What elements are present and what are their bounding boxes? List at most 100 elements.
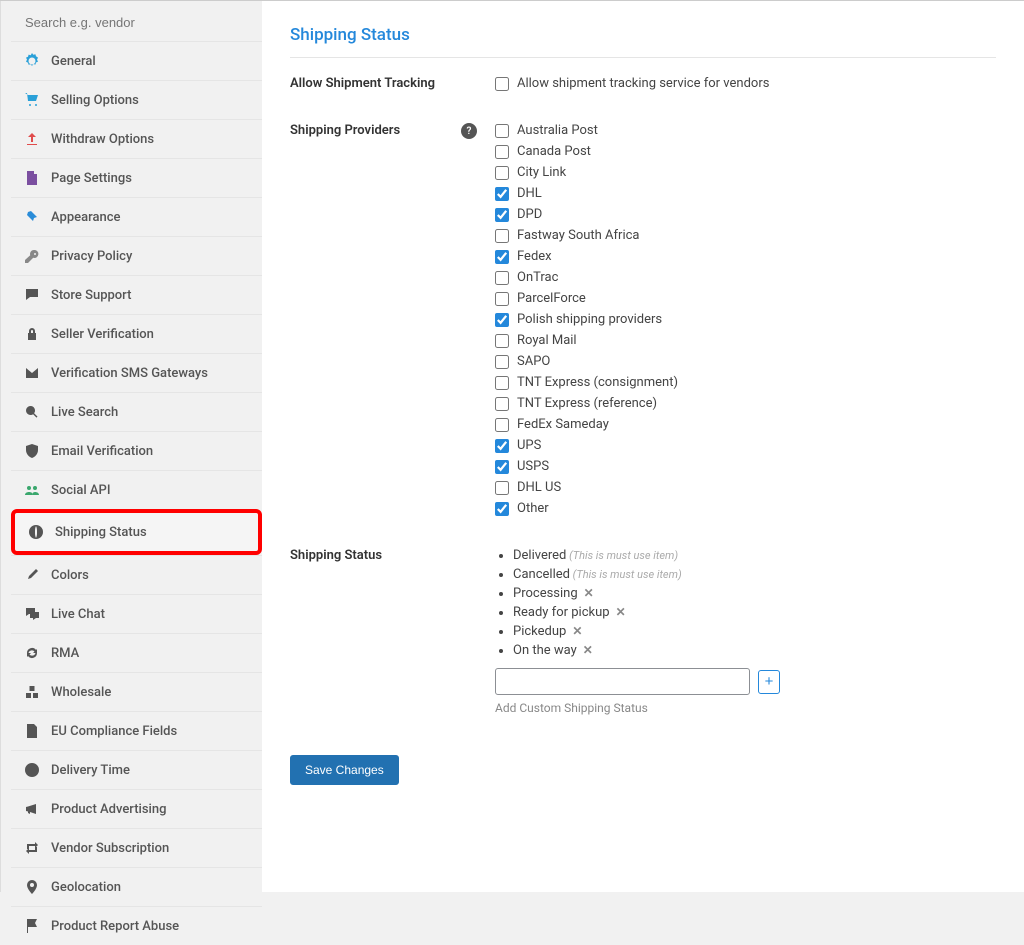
tracking-checkbox-row[interactable]: Allow shipment tracking service for vend…: [495, 76, 996, 91]
sidebar-search-input[interactable]: [25, 15, 248, 30]
status-item: Delivered (This is must use item): [513, 548, 996, 563]
sidebar-item-rma[interactable]: RMA: [11, 633, 262, 672]
provider-checkbox[interactable]: [495, 250, 509, 264]
provider-row[interactable]: Fastway South Africa: [495, 228, 996, 243]
sidebar-item-label: Live Search: [51, 405, 118, 420]
sidebar-item-label: Email Verification: [51, 444, 153, 459]
mail-icon: [23, 364, 41, 382]
provider-checkbox[interactable]: [495, 166, 509, 180]
provider-row[interactable]: SAPO: [495, 354, 996, 369]
sidebar-item-privacy-policy[interactable]: Privacy Policy: [11, 236, 262, 275]
save-button[interactable]: Save Changes: [290, 755, 399, 785]
provider-checkbox[interactable]: [495, 292, 509, 306]
sidebar-item-social-api[interactable]: Social API: [11, 470, 262, 509]
sidebar-item-verification-sms-gateways[interactable]: Verification SMS Gateways: [11, 353, 262, 392]
provider-checkbox[interactable]: [495, 229, 509, 243]
provider-label: TNT Express (consignment): [517, 375, 678, 390]
provider-row[interactable]: TNT Express (consignment): [495, 375, 996, 390]
sidebar-item-label: Store Support: [51, 288, 131, 303]
provider-checkbox[interactable]: [495, 124, 509, 138]
provider-row[interactable]: TNT Express (reference): [495, 396, 996, 411]
provider-row[interactable]: USPS: [495, 459, 996, 474]
provider-checkbox[interactable]: [495, 397, 509, 411]
sidebar-item-wholesale[interactable]: Wholesale: [11, 672, 262, 711]
remove-status-icon[interactable]: ✕: [584, 586, 594, 600]
sidebar-item-label: Delivery Time: [51, 763, 130, 778]
provider-row[interactable]: ParcelForce: [495, 291, 996, 306]
provider-label: Fedex: [517, 249, 552, 264]
sidebar-item-general[interactable]: General: [11, 41, 262, 80]
provider-checkbox[interactable]: [495, 418, 509, 432]
provider-label: Australia Post: [517, 123, 598, 138]
sidebar-item-live-chat[interactable]: Live Chat: [11, 594, 262, 633]
provider-checkbox[interactable]: [495, 355, 509, 369]
provider-row[interactable]: DHL US: [495, 480, 996, 495]
provider-row[interactable]: OnTrac: [495, 270, 996, 285]
sidebar-item-shipping-status[interactable]: Shipping Status: [11, 509, 262, 555]
sidebar-item-selling-options[interactable]: Selling Options: [11, 80, 262, 119]
tracking-label: Allow Shipment Tracking: [290, 76, 495, 97]
shield-icon: [23, 442, 41, 460]
help-icon[interactable]: ?: [461, 123, 477, 139]
provider-row[interactable]: Polish shipping providers: [495, 312, 996, 327]
provider-label: Other: [517, 501, 549, 516]
provider-checkbox[interactable]: [495, 502, 509, 516]
provider-checkbox[interactable]: [495, 334, 509, 348]
sidebar-item-label: Colors: [51, 568, 89, 583]
refresh-icon: [23, 644, 41, 662]
provider-row[interactable]: Fedex: [495, 249, 996, 264]
remove-status-icon[interactable]: ✕: [583, 643, 593, 657]
provider-checkbox[interactable]: [495, 313, 509, 327]
remove-status-icon[interactable]: ✕: [572, 624, 582, 638]
provider-checkbox[interactable]: [495, 481, 509, 495]
provider-row[interactable]: UPS: [495, 438, 996, 453]
sidebar-item-withdraw-options[interactable]: Withdraw Options: [11, 119, 262, 158]
sidebar-item-label: Verification SMS Gateways: [51, 366, 208, 381]
provider-label: TNT Express (reference): [517, 396, 657, 411]
provider-checkbox[interactable]: [495, 376, 509, 390]
sidebar-item-seller-verification[interactable]: Seller Verification: [11, 314, 262, 353]
provider-row[interactable]: FedEx Sameday: [495, 417, 996, 432]
provider-row[interactable]: DPD: [495, 207, 996, 222]
sidebar-item-vendor-subscription[interactable]: Vendor Subscription: [11, 828, 262, 867]
chats-icon: [23, 605, 41, 623]
sidebar-item-product-report-abuse[interactable]: Product Report Abuse: [11, 906, 262, 945]
sidebar-item-eu-compliance-fields[interactable]: EU Compliance Fields: [11, 711, 262, 750]
sidebar-item-colors[interactable]: Colors: [11, 555, 262, 594]
provider-label: Fastway South Africa: [517, 228, 640, 243]
tracking-checkbox[interactable]: [495, 77, 509, 91]
sidebar-item-product-advertising[interactable]: Product Advertising: [11, 789, 262, 828]
sidebar-item-appearance[interactable]: Appearance: [11, 197, 262, 236]
sidebar-item-geolocation[interactable]: Geolocation: [11, 867, 262, 906]
provider-checkbox[interactable]: [495, 439, 509, 453]
remove-status-icon[interactable]: ✕: [616, 605, 626, 619]
provider-label: OnTrac: [517, 270, 558, 285]
provider-checkbox[interactable]: [495, 271, 509, 285]
provider-checkbox[interactable]: [495, 145, 509, 159]
sidebar-item-store-support[interactable]: Store Support: [11, 275, 262, 314]
sidebar-item-page-settings[interactable]: Page Settings: [11, 158, 262, 197]
provider-label: UPS: [517, 438, 541, 453]
search-icon: [23, 403, 41, 421]
provider-row[interactable]: Other: [495, 501, 996, 516]
provider-row[interactable]: DHL: [495, 186, 996, 201]
provider-row[interactable]: Royal Mail: [495, 333, 996, 348]
provider-checkbox[interactable]: [495, 208, 509, 222]
provider-row[interactable]: City Link: [495, 165, 996, 180]
sidebar-item-delivery-time[interactable]: Delivery Time: [11, 750, 262, 789]
sidebar-item-label: Vendor Subscription: [51, 841, 169, 856]
provider-row[interactable]: Australia Post: [495, 123, 996, 138]
provider-label: USPS: [517, 459, 549, 474]
sidebar-item-email-verification[interactable]: Email Verification: [11, 431, 262, 470]
provider-label: Canada Post: [517, 144, 591, 159]
sidebar-item-label: Privacy Policy: [51, 249, 132, 264]
add-status-input[interactable]: [495, 668, 750, 695]
sidebar-item-label: Geolocation: [51, 880, 121, 895]
add-status-button[interactable]: +: [758, 670, 780, 694]
lock-icon: [23, 325, 41, 343]
sidebar-item-live-search[interactable]: Live Search: [11, 392, 262, 431]
provider-row[interactable]: Canada Post: [495, 144, 996, 159]
provider-checkbox[interactable]: [495, 187, 509, 201]
status-label-text: Processing: [513, 586, 578, 601]
provider-checkbox[interactable]: [495, 460, 509, 474]
